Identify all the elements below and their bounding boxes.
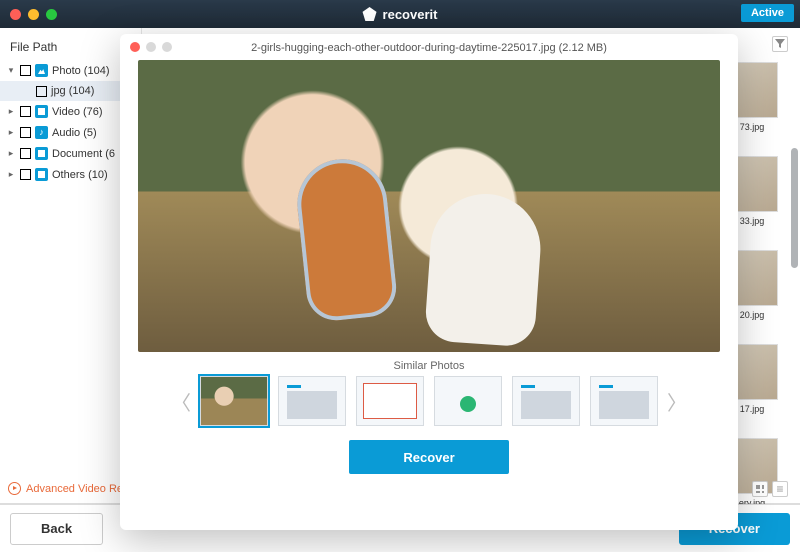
list-view-button[interactable]	[772, 481, 788, 497]
close-icon[interactable]	[10, 9, 21, 20]
checkbox[interactable]	[20, 169, 31, 180]
modal-recover-button[interactable]: Recover	[349, 440, 509, 474]
view-mode-toggle	[752, 481, 788, 497]
play-circle-icon	[8, 482, 21, 495]
preview-filename: 2-girls-hugging-each-other-outdoor-durin…	[120, 42, 738, 60]
document-icon	[35, 147, 48, 160]
preview-modal: 2-girls-hugging-each-other-outdoor-durin…	[120, 34, 738, 530]
checkbox[interactable]	[20, 106, 31, 117]
video-icon	[35, 105, 48, 118]
maximize-icon[interactable]	[46, 9, 57, 20]
filter-button[interactable]	[772, 36, 788, 52]
minimize-icon[interactable]	[28, 9, 39, 20]
active-badge[interactable]: Active	[741, 4, 794, 22]
back-button[interactable]: Back	[10, 513, 103, 545]
brand-logo-icon	[363, 7, 377, 21]
similar-thumb[interactable]	[512, 376, 580, 426]
tree-label: Audio (5)	[52, 127, 97, 139]
modal-footer: Recover	[120, 426, 738, 490]
next-arrow-icon[interactable]: 〉	[668, 379, 686, 423]
similar-thumb[interactable]	[278, 376, 346, 426]
similar-thumb[interactable]	[356, 376, 424, 426]
similar-thumb[interactable]	[200, 376, 268, 426]
photo-icon	[35, 64, 48, 77]
similar-photos-strip: 〈 〉	[120, 376, 738, 426]
brand-name: recoverit	[383, 7, 438, 22]
checkbox[interactable]	[20, 65, 31, 76]
similar-thumb[interactable]	[434, 376, 502, 426]
checkbox[interactable]	[20, 127, 31, 138]
chevron-down-icon[interactable]: ▾	[6, 65, 16, 76]
chevron-right-icon[interactable]: ▸	[6, 169, 16, 180]
window-controls	[10, 9, 57, 20]
tree-label: jpg (104)	[51, 85, 94, 97]
chevron-right-icon[interactable]: ▸	[6, 127, 16, 138]
similar-thumb[interactable]	[590, 376, 658, 426]
checkbox[interactable]	[36, 86, 47, 97]
similar-photos-heading: Similar Photos	[120, 352, 738, 376]
grid-view-button[interactable]	[752, 481, 768, 497]
tree-label: Photo (104)	[52, 65, 109, 77]
checkbox[interactable]	[20, 148, 31, 159]
tree-label: Document (6	[52, 148, 115, 160]
audio-icon	[35, 126, 48, 139]
prev-arrow-icon[interactable]: 〈	[172, 379, 190, 423]
chevron-right-icon[interactable]: ▸	[6, 106, 16, 117]
tree-label: Video (76)	[52, 106, 103, 118]
brand: recoverit	[363, 7, 438, 22]
preview-image	[138, 60, 720, 352]
others-icon	[35, 168, 48, 181]
titlebar: recoverit Active	[0, 0, 800, 28]
scrollbar-thumb[interactable]	[791, 148, 798, 268]
advanced-link-label: Advanced Video Rec	[26, 483, 129, 495]
chevron-right-icon[interactable]: ▸	[6, 148, 16, 159]
tree-label: Others (10)	[52, 169, 108, 181]
funnel-icon	[775, 39, 785, 49]
